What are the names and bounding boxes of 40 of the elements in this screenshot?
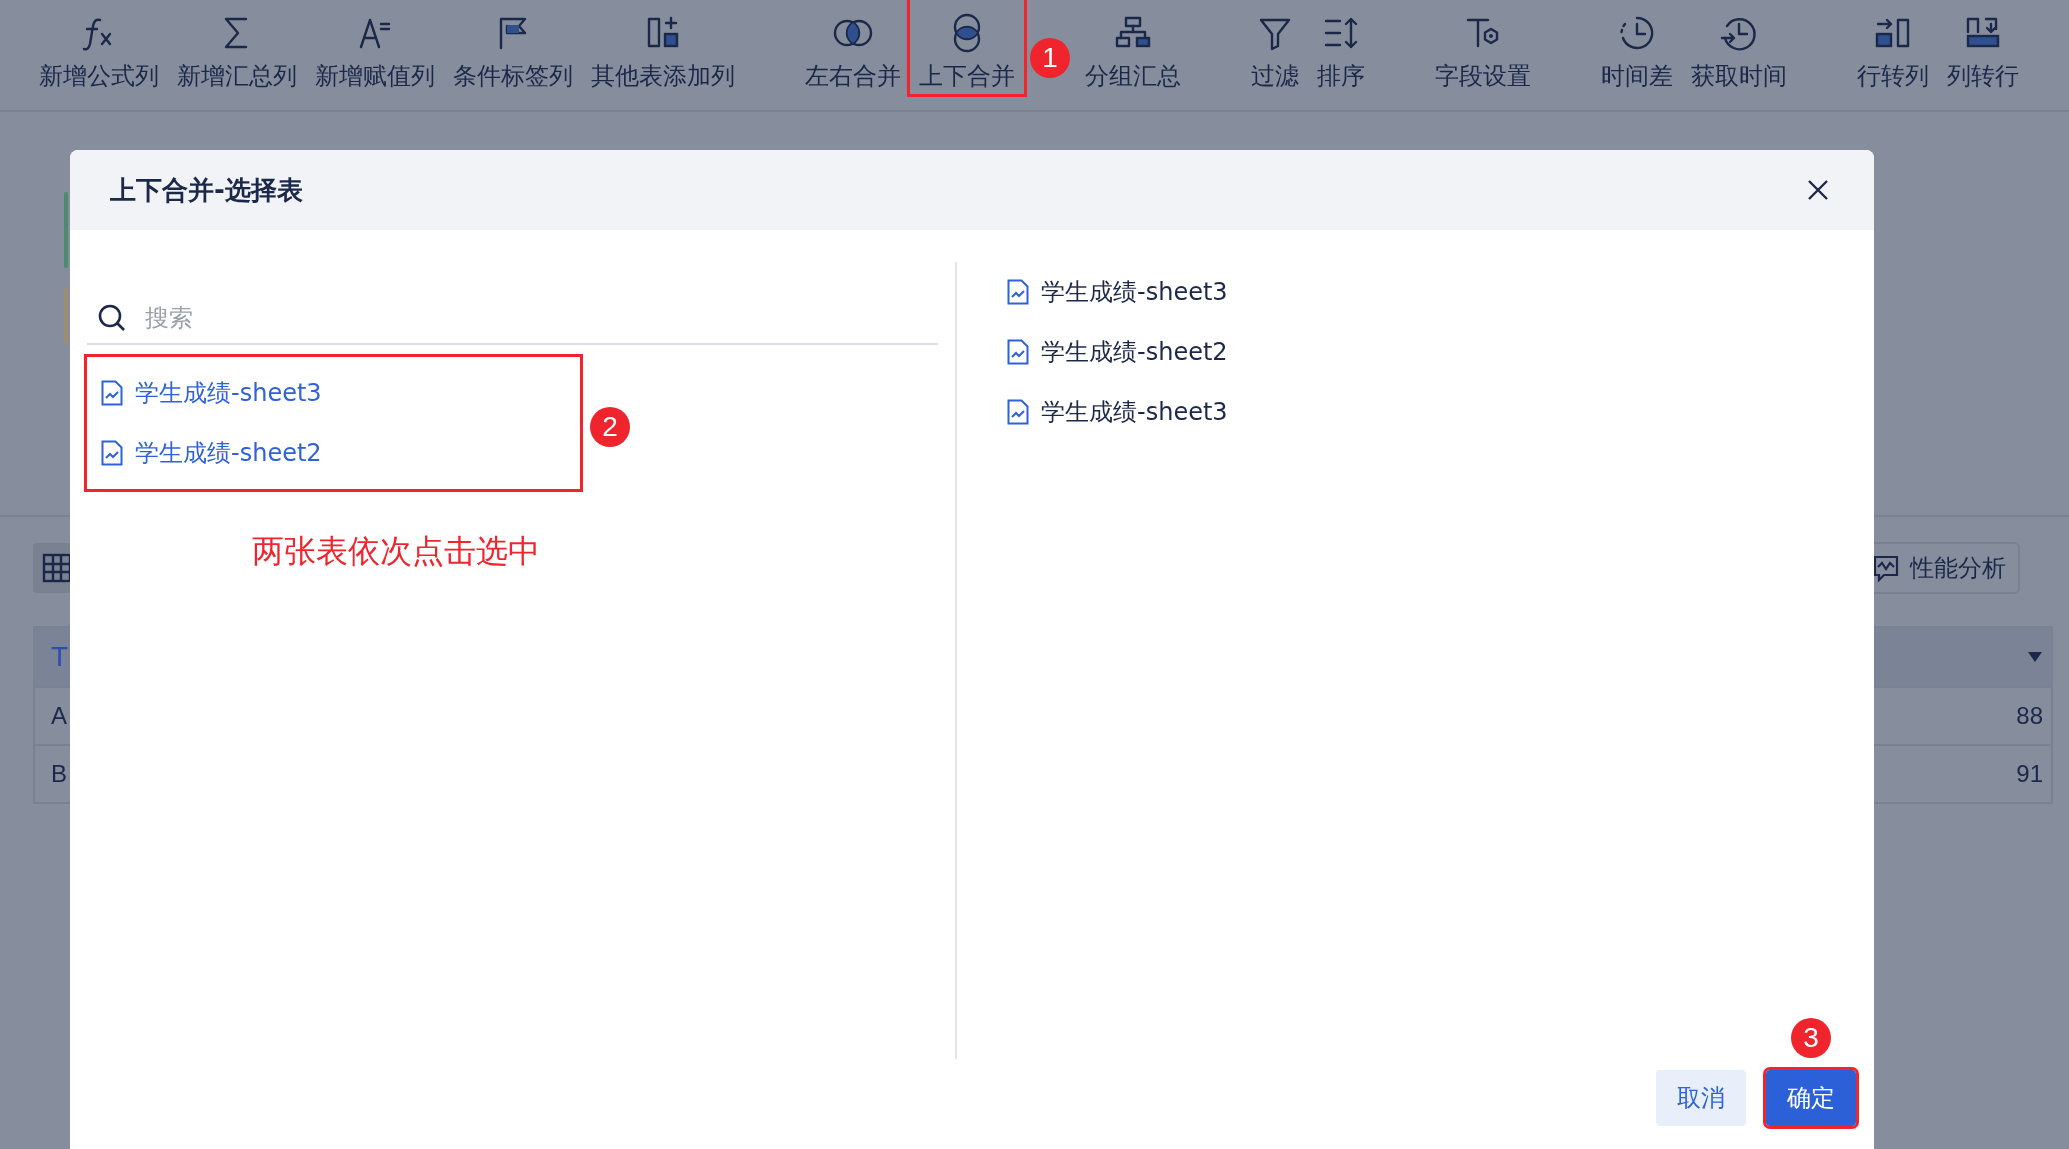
grid-icon bbox=[42, 553, 72, 583]
step-number-badge: 1 bbox=[1030, 38, 1070, 78]
column-header: T bbox=[51, 640, 69, 674]
step-number-badge: 2 bbox=[590, 407, 630, 447]
toolbar-button[interactable]: 列转行 bbox=[1938, 0, 2028, 94]
cancel-button[interactable]: 取消 bbox=[1656, 1070, 1746, 1126]
toolbar-button[interactable]: 字段设置 bbox=[1426, 0, 1540, 94]
chart-file-icon bbox=[101, 440, 123, 466]
toolbar-button[interactable]: 行转列 bbox=[1848, 0, 1938, 94]
toolbar-button[interactable]: 其他表添加列 bbox=[582, 0, 744, 94]
selected-table-item[interactable]: 学生成绩-sheet2 bbox=[993, 322, 1242, 382]
row-label: A bbox=[51, 701, 67, 731]
dropdown-icon bbox=[2027, 651, 2043, 663]
toolbar-button[interactable]: 新增赋值列 bbox=[306, 0, 444, 94]
toolbar-button[interactable]: 分组汇总 bbox=[1076, 0, 1190, 94]
step-number-badge: 3 bbox=[1791, 1018, 1831, 1058]
table-cell-text: 91 bbox=[2016, 759, 2043, 789]
table-cell-text: 88 bbox=[2016, 701, 2043, 731]
toolbar-button[interactable]: 左右合并 bbox=[796, 0, 910, 94]
toolbar-button[interactable]: 获取时间 bbox=[1682, 0, 1796, 94]
table-list-item[interactable]: 学生成绩-sheet2 bbox=[87, 423, 580, 483]
toolbar-button[interactable]: 条件标签列 bbox=[444, 0, 582, 94]
table-list-item[interactable]: 学生成绩-sheet3 bbox=[87, 363, 580, 423]
search-icon bbox=[97, 302, 127, 333]
chart-file-icon bbox=[1007, 399, 1029, 425]
toolbar-button[interactable]: 过滤 bbox=[1242, 0, 1308, 94]
selected-table-item[interactable]: 学生成绩-sheet3 bbox=[993, 262, 1242, 322]
selected-table-item[interactable]: 学生成绩-sheet3 bbox=[993, 382, 1242, 442]
chart-file-icon bbox=[101, 380, 123, 406]
chart-file-icon bbox=[1007, 279, 1029, 305]
row-label: B bbox=[51, 759, 67, 789]
annotation-text: 两张表依次点击选中 bbox=[252, 531, 541, 572]
dialog-title: 上下合并-选择表 bbox=[110, 173, 303, 207]
toolbar-button[interactable]: 新增公式列 bbox=[30, 0, 168, 94]
chart-file-icon bbox=[1007, 339, 1029, 365]
accent-bar bbox=[64, 288, 68, 345]
toolbar-button[interactable]: 排序 bbox=[1308, 0, 1374, 94]
toolbar-button[interactable]: 新增汇总列 bbox=[168, 0, 306, 94]
chart-message-icon bbox=[1872, 554, 1900, 582]
toolbar-button[interactable]: 时间差 bbox=[1592, 0, 1682, 94]
